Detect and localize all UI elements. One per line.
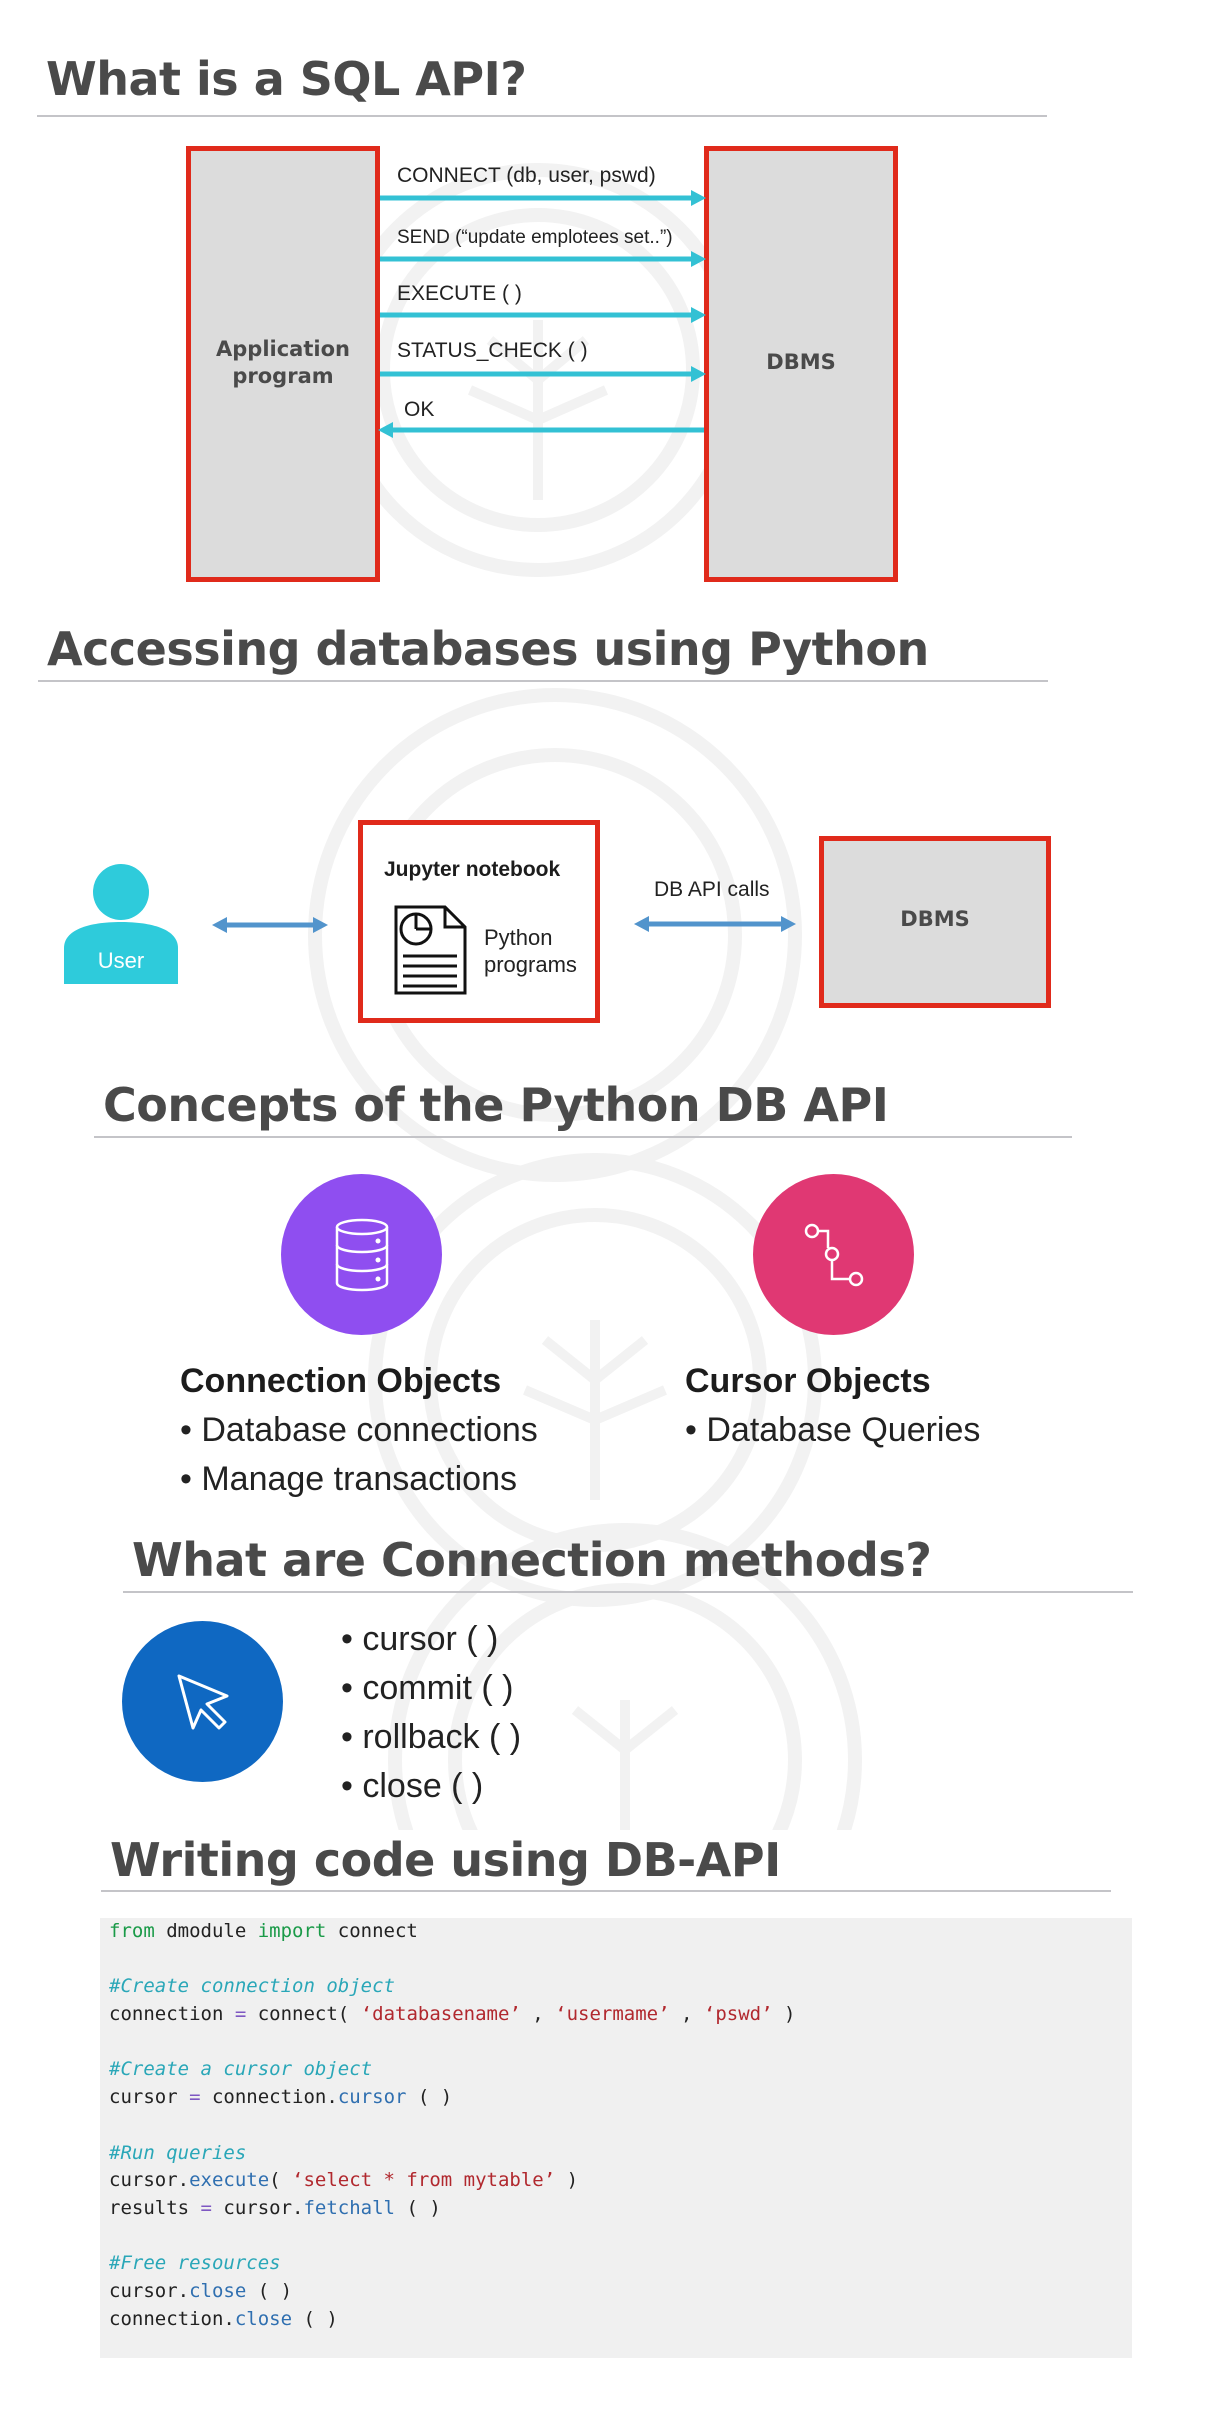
call-arrows	[378, 190, 706, 438]
dbms-label-python: DBMS	[900, 907, 970, 931]
code-line-connect: connection = connect( ‘databasename’ , ‘…	[109, 2003, 796, 2026]
connection-bullet-1: • Database connections	[180, 1411, 538, 1449]
section3-title: Concepts of the Python DB API	[103, 1078, 889, 1132]
flow-icon	[804, 1223, 863, 1286]
cursor-bullet-1: • Database Queries	[685, 1411, 981, 1449]
code-line-execute: cursor.execute( ‘select * from mytable’ …	[109, 2169, 579, 2192]
section2-title: Accessing databases using Python	[47, 622, 929, 676]
user-label: User	[97, 948, 145, 973]
code-line-cursor: cursor = connection.cursor ( )	[109, 2086, 453, 2109]
code-blank	[109, 2029, 1123, 2057]
code-blank	[109, 1946, 1123, 1974]
section5-divider	[101, 1890, 1111, 1892]
section2-divider	[38, 680, 1048, 682]
call-label-execute: EXECUTE ( )	[397, 282, 522, 305]
code-blank	[109, 2112, 1123, 2140]
code-line-fetchall: results = cursor.fetchall ( )	[109, 2196, 441, 2219]
cursor-pointer-icon	[177, 1674, 228, 1729]
user-notebook-arrow	[212, 917, 328, 933]
notebook-dbms-arrow	[634, 916, 796, 932]
call-label-send: SEND (“update emplotees set..”)	[397, 227, 673, 248]
code-comment-queries: #Run queries	[109, 2141, 247, 2164]
code-line-cursor-close: cursor.close ( )	[109, 2279, 293, 2302]
db-api-calls-label: DB API calls	[654, 878, 770, 901]
code-blank	[109, 2223, 1123, 2251]
code-line-import: from dmodule import connect	[109, 1920, 418, 1942]
section4-title: What are Connection methods?	[132, 1533, 932, 1587]
method-commit: • commit ( )	[341, 1669, 514, 1707]
jupyter-notebook-title: Jupyter notebook	[384, 858, 561, 881]
code-comment-cursor: #Create a cursor object	[109, 2058, 373, 2081]
connection-methods-circle	[122, 1621, 283, 1782]
code-comment-free: #Free resources	[109, 2252, 281, 2275]
cursor-objects-heading: Cursor Objects	[685, 1362, 931, 1400]
call-label-connect: CONNECT (db, user, pswd)	[397, 164, 656, 187]
database-icon	[335, 1218, 388, 1291]
method-close: • close ( )	[341, 1767, 484, 1805]
section5-title: Writing code using DB-API	[110, 1833, 781, 1887]
cursor-objects-circle	[753, 1174, 914, 1335]
section4-divider	[123, 1591, 1133, 1593]
connection-bullet-2: • Manage transactions	[180, 1460, 517, 1498]
document-chart-icon	[394, 905, 467, 995]
connection-objects-circle	[281, 1174, 442, 1335]
method-cursor: • cursor ( )	[341, 1620, 499, 1658]
code-line-connection-close: connection.close ( )	[109, 2307, 338, 2330]
python-programs-line2: programs	[484, 952, 577, 977]
call-label-ok: OK	[404, 398, 435, 421]
code-comment-connection: #Create connection object	[109, 1975, 395, 1998]
code-block: from dmodule import connect #Create conn…	[100, 1918, 1132, 2358]
section3-divider	[94, 1136, 1072, 1138]
call-label-status-check: STATUS_CHECK ( )	[397, 339, 588, 362]
method-rollback: • rollback ( )	[341, 1718, 522, 1756]
connection-objects-heading: Connection Objects	[180, 1362, 502, 1400]
python-programs-line1: Python	[484, 925, 553, 950]
